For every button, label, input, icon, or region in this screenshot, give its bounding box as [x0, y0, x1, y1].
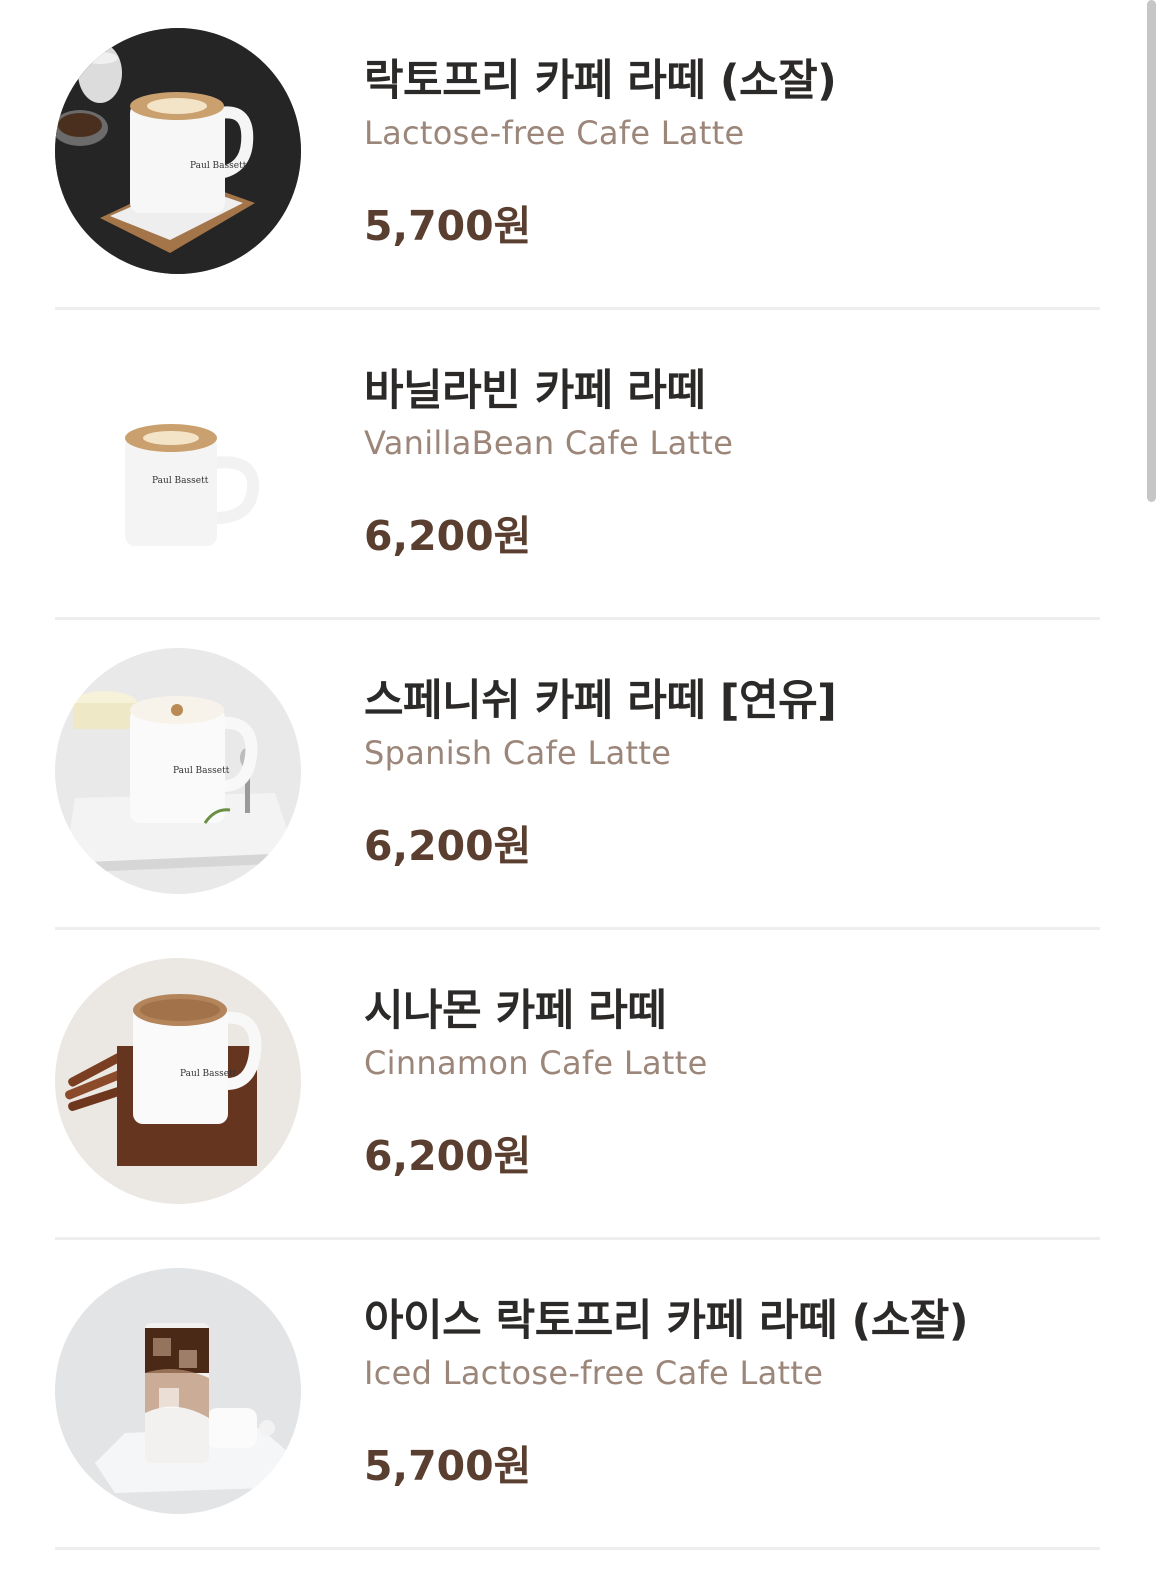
product-image-spanish-latte: Paul Bassett [55, 648, 301, 894]
product-image-vanillabean-latte: Paul Bassett [55, 338, 301, 584]
menu-screen: Paul Bassett 락토프리 카페 라떼 (소잘) Lactose-fre… [0, 0, 1170, 1588]
menu-item[interactable]: Paul Bassett 락토프리 카페 라떼 (소잘) Lactose-fre… [0, 0, 1170, 310]
product-image-lactose-free-latte: Paul Bassett [55, 28, 301, 274]
product-price: 5,700원 [364, 1442, 532, 1490]
product-name: 바닐라빈 카페 라떼 [364, 366, 706, 416]
product-english-name: VanillaBean Cafe Latte [364, 424, 734, 462]
menu-list: Paul Bassett 락토프리 카페 라떼 (소잘) Lactose-fre… [0, 0, 1170, 1550]
product-name: 아이스 락토프리 카페 라떼 (소잘) [364, 1296, 968, 1346]
svg-text:Paul Bassett: Paul Bassett [152, 476, 209, 486]
menu-item[interactable]: Paul Bassett 바닐라빈 카페 라떼 VanillaBean Cafe… [0, 310, 1170, 620]
menu-item[interactable]: Paul Bassett 시나몬 카페 라떼 Cinnamon Cafe Lat… [0, 930, 1170, 1240]
svg-text:Paul Bassett: Paul Bassett [190, 161, 247, 171]
menu-item[interactable]: 아이스 락토프리 카페 라떼 (소잘) Iced Lactose-free Ca… [0, 1240, 1170, 1550]
product-name: 락토프리 카페 라떼 (소잘) [364, 56, 837, 106]
product-name: 스페니쉬 카페 라떼 [연유] [364, 676, 837, 726]
product-price: 6,200원 [364, 512, 532, 560]
product-english-name: Cinnamon Cafe Latte [364, 1044, 708, 1082]
product-price: 5,700원 [364, 202, 532, 250]
product-english-name: Lactose-free Cafe Latte [364, 114, 745, 152]
product-english-name: Iced Lactose-free Cafe Latte [364, 1354, 824, 1392]
product-name: 시나몬 카페 라떼 [364, 986, 667, 1036]
svg-text:Paul Bassett: Paul Bassett [173, 766, 230, 776]
product-price: 6,200원 [364, 822, 532, 870]
product-image-iced-lactose-free-latte [55, 1268, 301, 1514]
product-price: 6,200원 [364, 1132, 532, 1180]
product-image-cinnamon-latte: Paul Bassett [55, 958, 301, 1204]
menu-item[interactable]: Paul Bassett 스페니쉬 카페 라떼 [연유] Spanish Caf… [0, 620, 1170, 930]
divider [55, 1547, 1100, 1550]
product-english-name: Spanish Cafe Latte [364, 734, 672, 772]
svg-text:Paul Bassett: Paul Bassett [180, 1069, 237, 1079]
scrollbar[interactable] [1147, 0, 1156, 502]
